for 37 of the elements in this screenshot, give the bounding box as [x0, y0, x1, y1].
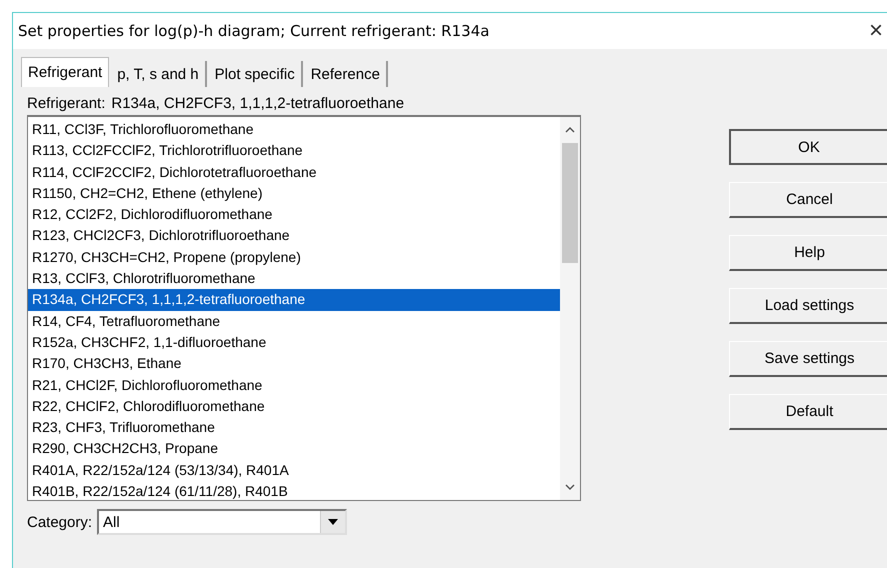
list-item[interactable]: R14, CF4, Tetrafluoromethane: [28, 310, 560, 332]
scroll-up-icon[interactable]: [565, 127, 575, 133]
list-item[interactable]: R1150, CH2=CH2, Ethene (ethylene): [28, 182, 560, 204]
list-item[interactable]: R11, CCl3F, Trichlorofluoromethane: [28, 119, 560, 140]
list-item[interactable]: R123, CHCl2CF3, Dichlorotrifluoroethane: [28, 225, 560, 247]
list-item[interactable]: R170, CH3CH3, Ethane: [28, 353, 560, 375]
category-dropdown[interactable]: All: [97, 509, 348, 535]
list-item[interactable]: R1270, CH3CH=CH2, Propene (propylene): [28, 246, 560, 268]
list-item[interactable]: R113, CCl2FCClF2, Trichlorotrifluoroethane: [28, 140, 560, 162]
dialog-button[interactable]: Cancel: [729, 182, 887, 218]
list-item[interactable]: R134a, CH2FCF3, 1,1,1,2-tetrafluoroethane: [28, 289, 560, 311]
scrollbar[interactable]: [560, 117, 580, 500]
tab[interactable]: Refrigerant: [21, 57, 110, 87]
dialog-button[interactable]: Save settings: [729, 341, 887, 377]
dialog-button[interactable]: Help: [729, 235, 887, 271]
close-button[interactable]: ×: [864, 17, 887, 45]
refrigerant-label: Refrigerant:: [27, 95, 106, 114]
list-item[interactable]: R23, CHF3, Trifluoromethane: [28, 417, 560, 438]
list-item[interactable]: R22, CHClF2, Chlorodifluoromethane: [28, 396, 560, 418]
list-item[interactable]: R114, CClF2CClF2, Dichlorotetrafluoroethane: [28, 162, 560, 183]
window-title: Set properties for log(p)-h diagram; Current refrigerant: R134a: [18, 22, 490, 40]
list-item[interactable]: R152a, CH3CHF2, 1,1-difluoroethane: [28, 332, 560, 354]
list-item[interactable]: R290, CH3CH2CH3, Propane: [28, 438, 560, 460]
dialog-button[interactable]: OK: [729, 129, 887, 165]
list-item[interactable]: R12, CCl2F2, Dichlorodifluoromethane: [28, 204, 560, 226]
category-label: Category:: [27, 514, 92, 530]
list-item[interactable]: R401A, R22/152a/124 (53/13/34), R401A: [28, 460, 560, 482]
refrigerant-list[interactable]: [27, 115, 581, 501]
refrigerant-value: R134a, CH2FCF3, 1,1,1,2-tetrafluoroethane: [111, 95, 404, 114]
dropdown-arrow-icon: [328, 519, 338, 525]
list-item[interactable]: R13, CClF3, Chlorotrifluoromethane: [28, 268, 560, 290]
dialog-button[interactable]: Load settings: [729, 288, 887, 324]
list-item[interactable]: R21, CHCl2F, Dichlorofluoromethane: [28, 374, 560, 396]
scroll-down-icon[interactable]: [565, 484, 575, 490]
scrollbar-thumb[interactable]: [562, 143, 578, 263]
list-item[interactable]: R401B, R22/152a/124 (61/11/28), R401B: [28, 481, 560, 500]
dialog-button[interactable]: Default: [729, 394, 887, 430]
